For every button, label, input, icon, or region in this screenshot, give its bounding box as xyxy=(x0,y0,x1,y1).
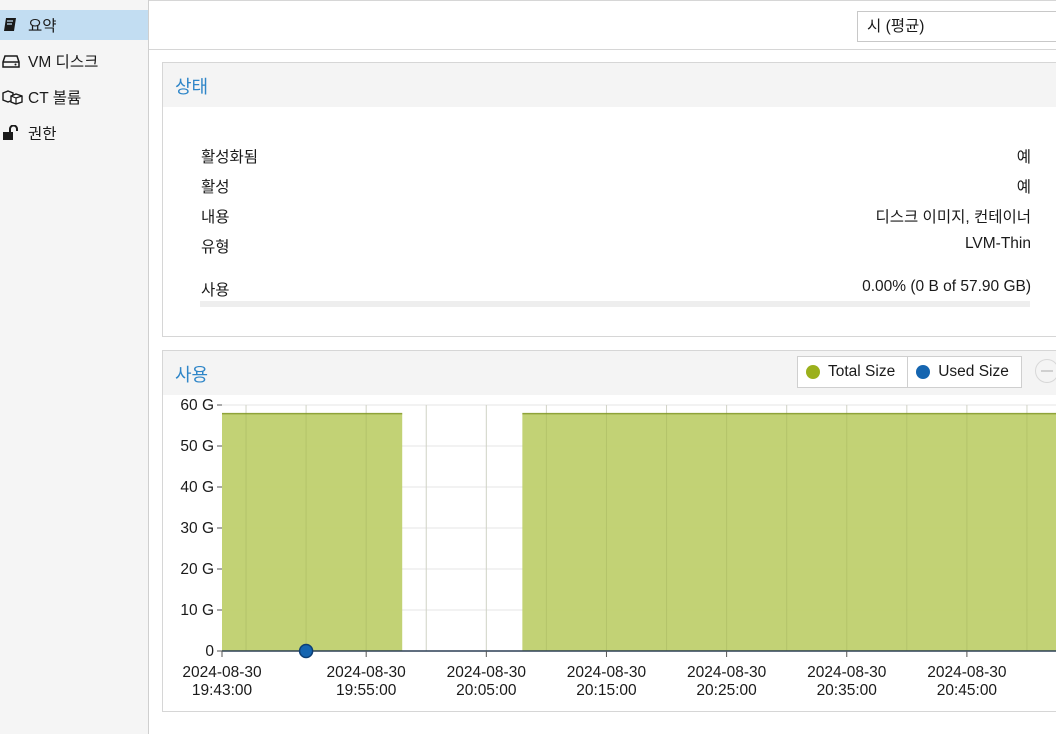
x-tick-label: 20:25:00 xyxy=(696,682,757,699)
top-toolbar: 시 (평균) xyxy=(149,0,1056,50)
status-key: 내용 xyxy=(201,209,230,226)
y-tick-label: 10 G xyxy=(180,602,214,619)
book-icon xyxy=(2,16,24,34)
usage-progress-bar xyxy=(200,301,1030,307)
used-size-point xyxy=(298,643,314,659)
y-tick-label: 30 G xyxy=(180,520,214,537)
sidebar-item-vm-disk[interactable]: VM 디스크 xyxy=(0,46,148,76)
status-panel: 상태 활성화됨 예 활성 예 내용 디스크 이미지, 컨테이너 유형 LVM-T… xyxy=(162,62,1056,337)
x-tick-label: 19:43:00 xyxy=(192,682,253,699)
x-tick-label: 19:55:00 xyxy=(336,682,397,699)
status-panel-header: 상태 xyxy=(163,63,1056,107)
status-key: 유형 xyxy=(201,239,230,256)
sidebar-item-summary[interactable]: 요약 xyxy=(0,10,148,40)
status-key: 사용 xyxy=(201,282,230,299)
status-value: LVM-Thin xyxy=(964,235,1031,252)
sidebar: 요약 VM 디스크 CT 볼륨 권한 xyxy=(0,0,149,734)
usage-chart-panel: 사용 Total Size Used Size 0 10 G 20 G 30 G 40 … xyxy=(162,350,1056,712)
x-tick-label: 2024-08-30 xyxy=(807,664,887,681)
y-tick-label: 20 G xyxy=(180,561,214,578)
x-tick-label: 2024-08-30 xyxy=(447,664,527,681)
x-tick-label: 20:15:00 xyxy=(576,682,637,699)
cubes-icon xyxy=(2,88,24,106)
y-tick-label: 40 G xyxy=(180,479,214,496)
x-tick-label: 2024-08-30 xyxy=(687,664,767,681)
x-tick-label: 2024-08-30 xyxy=(927,664,1007,681)
total-size-area xyxy=(522,413,1056,651)
timeframe-value: 시 (평균) xyxy=(867,18,925,35)
status-key: 활성 xyxy=(201,179,230,196)
sidebar-item-ct-volume[interactable]: CT 볼륨 xyxy=(0,82,148,112)
status-value: 예 xyxy=(1016,179,1031,196)
x-tick-label: 2024-08-30 xyxy=(567,664,647,681)
sidebar-item-permissions[interactable]: 권한 xyxy=(0,118,148,148)
status-key: 활성화됨 xyxy=(201,149,259,166)
hdd-icon xyxy=(2,52,24,70)
total-size-area xyxy=(222,413,403,651)
x-tick-label: 2024-08-30 xyxy=(182,664,262,681)
status-panel-title: 상태 xyxy=(175,77,209,97)
sidebar-item-label: VM 디스크 xyxy=(28,54,99,71)
status-value: 디스크 이미지, 컨테이너 xyxy=(875,209,1031,226)
sidebar-item-label: 권한 xyxy=(28,126,57,143)
x-tick-label: 2024-08-30 xyxy=(327,664,407,681)
x-tick-label: 20:35:00 xyxy=(817,682,878,699)
y-tick-label: 60 G xyxy=(180,397,214,414)
y-tick-label: 0 xyxy=(205,643,214,660)
x-tick-label: 20:45:00 xyxy=(937,682,998,699)
timeframe-select[interactable]: 시 (평균) xyxy=(857,11,1056,42)
x-tick-label: 20:05:00 xyxy=(456,682,517,699)
status-value: 예 xyxy=(1016,149,1031,166)
sidebar-item-label: CT 볼륨 xyxy=(28,90,82,107)
sidebar-item-label: 요약 xyxy=(28,18,57,35)
y-tick-label: 50 G xyxy=(180,438,214,455)
usage-chart[interactable]: 010 G20 G30 G40 G50 G60 G2024-08-3019:43… xyxy=(163,351,1056,713)
unlock-icon xyxy=(2,124,24,142)
usage-value: 0.00% (0 B of 57.90 GB) xyxy=(862,278,1031,295)
